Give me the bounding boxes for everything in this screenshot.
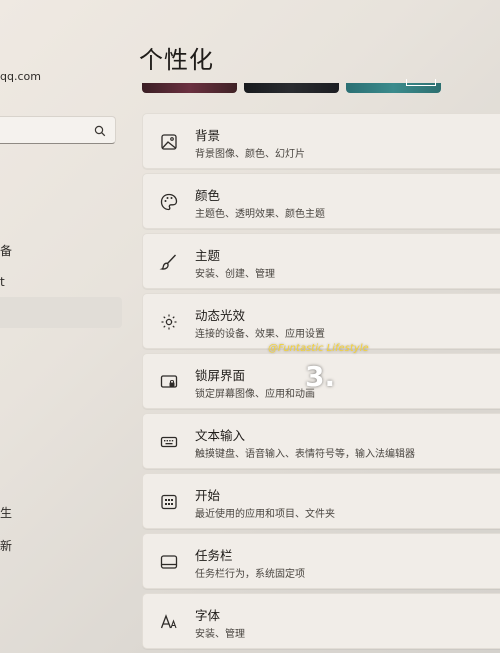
setting-title: 文本输入: [195, 428, 246, 443]
setting-title: 开始: [195, 488, 221, 503]
start-menu-icon: [159, 492, 179, 512]
search-icon: [94, 122, 106, 141]
watermark-tag: @Funtastic Lifestyle: [268, 343, 369, 354]
setting-title: 字体: [195, 608, 221, 623]
image-icon: [159, 132, 179, 152]
setting-subtitle: 任务栏行为，系统固定项: [195, 569, 305, 580]
setting-title: 锁屏界面: [195, 368, 246, 383]
setting-colors[interactable]: 颜色 主题色、透明效果、颜色主题: [142, 173, 500, 229]
sidebar-item-1[interactable]: 备: [0, 242, 12, 259]
setting-background[interactable]: 背景 背景图像、颜色、幻灯片: [142, 113, 500, 169]
setting-title: 任务栏: [195, 548, 233, 563]
lock-screen-icon: [159, 372, 179, 392]
sidebar-item-personalization[interactable]: [0, 297, 122, 328]
setting-subtitle: 安装、管理: [195, 629, 245, 640]
theme-thumbnail-3[interactable]: [346, 79, 441, 93]
fonts-icon: [159, 612, 179, 632]
setting-subtitle: 安装、创建、管理: [195, 269, 275, 280]
theme-thumbnail-2[interactable]: [244, 83, 339, 93]
setting-taskbar[interactable]: 任务栏 任务栏行为，系统固定项: [142, 533, 500, 589]
brush-icon: [159, 252, 179, 272]
setting-title: 背景: [195, 128, 221, 143]
search-input[interactable]: [0, 116, 116, 144]
setting-subtitle: 最近使用的应用和项目、文件夹: [195, 509, 335, 520]
setting-fonts[interactable]: 字体 安装、管理: [142, 593, 500, 649]
page-title: 个性化: [139, 46, 214, 74]
sidebar-item-4[interactable]: 新: [0, 537, 12, 554]
setting-start[interactable]: 开始 最近使用的应用和项目、文件夹: [142, 473, 500, 529]
palette-icon: [159, 192, 179, 212]
setting-subtitle: 背景图像、颜色、幻灯片: [195, 149, 305, 160]
setting-title: 主题: [195, 248, 221, 263]
theme-thumbnail-1[interactable]: [142, 83, 237, 93]
setting-subtitle: 锁定屏幕图像、应用和动画: [195, 389, 315, 400]
setting-text-input[interactable]: 文本输入 触摸键盘、语音输入、表情符号等，输入法编辑器: [142, 413, 500, 469]
setting-themes[interactable]: 主题 安装、创建、管理: [142, 233, 500, 289]
setting-title: 颜色: [195, 188, 221, 203]
account-email: qq.com: [0, 70, 41, 83]
keyboard-icon: [159, 432, 179, 452]
setting-title: 动态光效: [195, 308, 246, 323]
sidebar-item-3[interactable]: 生: [0, 504, 12, 521]
dynamic-lighting-icon: [159, 312, 179, 332]
setting-subtitle: 主题色、透明效果、颜色主题: [195, 209, 325, 220]
selected-theme-indicator: [406, 79, 436, 86]
setting-dynamic-lighting[interactable]: 动态光效 连接的设备、效果、应用设置: [142, 293, 500, 349]
setting-subtitle: 触摸键盘、语音输入、表情符号等，输入法编辑器: [195, 449, 415, 460]
setting-subtitle: 连接的设备、效果、应用设置: [195, 329, 325, 340]
sidebar-item-2[interactable]: t: [0, 275, 5, 289]
sidebar: qq.com 备 t 生 新: [0, 0, 135, 653]
taskbar-icon: [159, 552, 179, 572]
step-number: 3.: [305, 360, 336, 393]
